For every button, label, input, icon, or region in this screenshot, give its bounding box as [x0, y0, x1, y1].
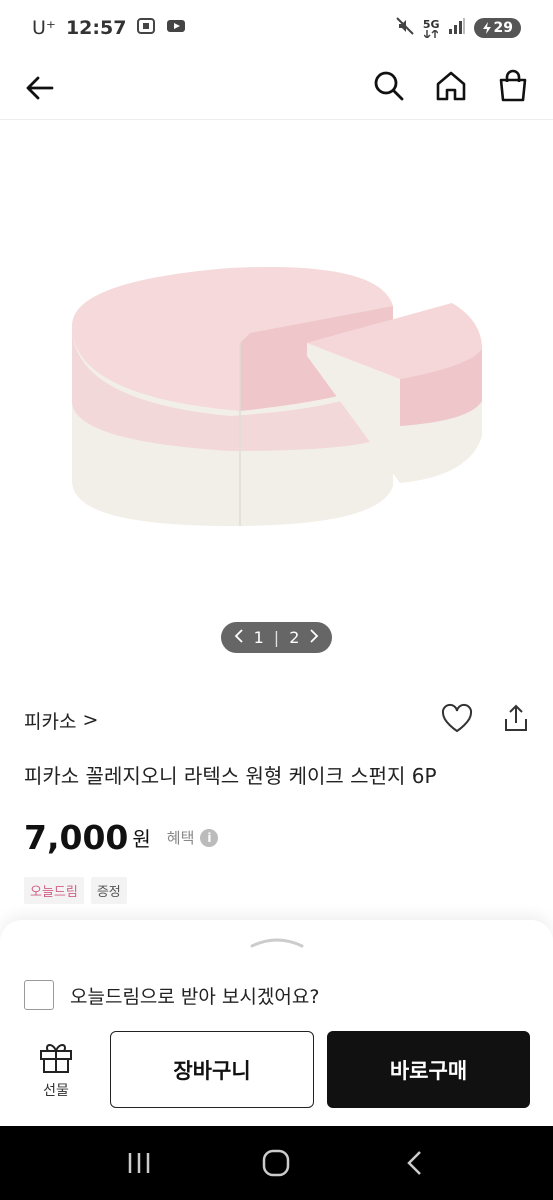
price: 7,000	[24, 818, 129, 857]
system-nav-bar	[0, 1126, 553, 1200]
screenshot-icon	[136, 17, 156, 40]
brand-name: 피카소	[24, 710, 77, 733]
recent-apps-icon[interactable]	[119, 1143, 159, 1183]
purchase-sheet: 오늘드림으로 받아 보시겠어요? 선물 장바구니 바로구매	[0, 920, 553, 1126]
benefit-label: 혜택	[166, 829, 195, 847]
product-title: 피카소 꼴레지오니 라텍스 원형 케이크 스펀지 6P	[24, 764, 437, 788]
tag-gift: 증정	[90, 877, 127, 904]
gift-label: 선물	[43, 1083, 69, 1099]
youtube-icon	[166, 17, 186, 39]
buy-now-button[interactable]: 바로구매	[327, 1031, 530, 1108]
battery-level: 29	[493, 20, 513, 36]
carrier-label: U⁺	[32, 17, 56, 39]
battery-indicator: 29	[473, 18, 521, 38]
signal-icon	[448, 17, 466, 40]
today-delivery-label: 오늘드림으로 받아 보시겠어요?	[70, 985, 320, 1008]
status-bar: U⁺ 12:57 5G 29	[0, 0, 553, 56]
price-row: 7,000 원 혜택 i	[24, 818, 219, 857]
shopping-bag-icon[interactable]	[495, 68, 531, 104]
sheet-handle-icon[interactable]	[250, 934, 304, 950]
pager-current: 1	[253, 628, 264, 647]
back-button-icon[interactable]	[394, 1143, 434, 1183]
product-image[interactable]: 1 | 2	[0, 121, 553, 671]
info-icon: i	[200, 828, 219, 847]
gift-icon	[38, 1040, 74, 1078]
clock: 12:57	[65, 17, 127, 39]
tag-list: 오늘드림 증정	[24, 877, 127, 904]
network-type-label: 5G	[422, 17, 440, 31]
image-pager: 1 | 2	[221, 622, 332, 653]
back-arrow-icon[interactable]	[22, 70, 58, 106]
brand-chevron: >	[82, 709, 99, 731]
mute-icon	[395, 16, 415, 41]
add-to-cart-button[interactable]: 장바구니	[110, 1031, 314, 1108]
brand-link[interactable]: 피카소 >	[24, 707, 98, 734]
home-button-icon[interactable]	[256, 1143, 296, 1183]
chevron-left-icon[interactable]	[234, 628, 244, 647]
today-delivery-checkbox[interactable]	[24, 980, 54, 1010]
heart-icon[interactable]	[441, 703, 473, 737]
chevron-right-icon[interactable]	[309, 628, 319, 647]
app-bar	[0, 56, 553, 120]
pager-separator: |	[273, 628, 280, 647]
price-currency: 원	[132, 827, 151, 851]
benefit-link[interactable]: 혜택 i	[167, 827, 219, 848]
network-type-icon: 5G	[423, 19, 440, 38]
share-icon[interactable]	[503, 703, 529, 737]
brand-row: 피카소 >	[24, 700, 529, 740]
gift-button[interactable]: 선물	[34, 1040, 78, 1100]
today-delivery-option[interactable]: 오늘드림으로 받아 보시겠어요?	[24, 980, 319, 1010]
search-icon[interactable]	[371, 68, 407, 104]
tag-today-delivery: 오늘드림	[24, 877, 84, 904]
pager-total: 2	[289, 628, 300, 647]
home-icon[interactable]	[433, 68, 469, 104]
